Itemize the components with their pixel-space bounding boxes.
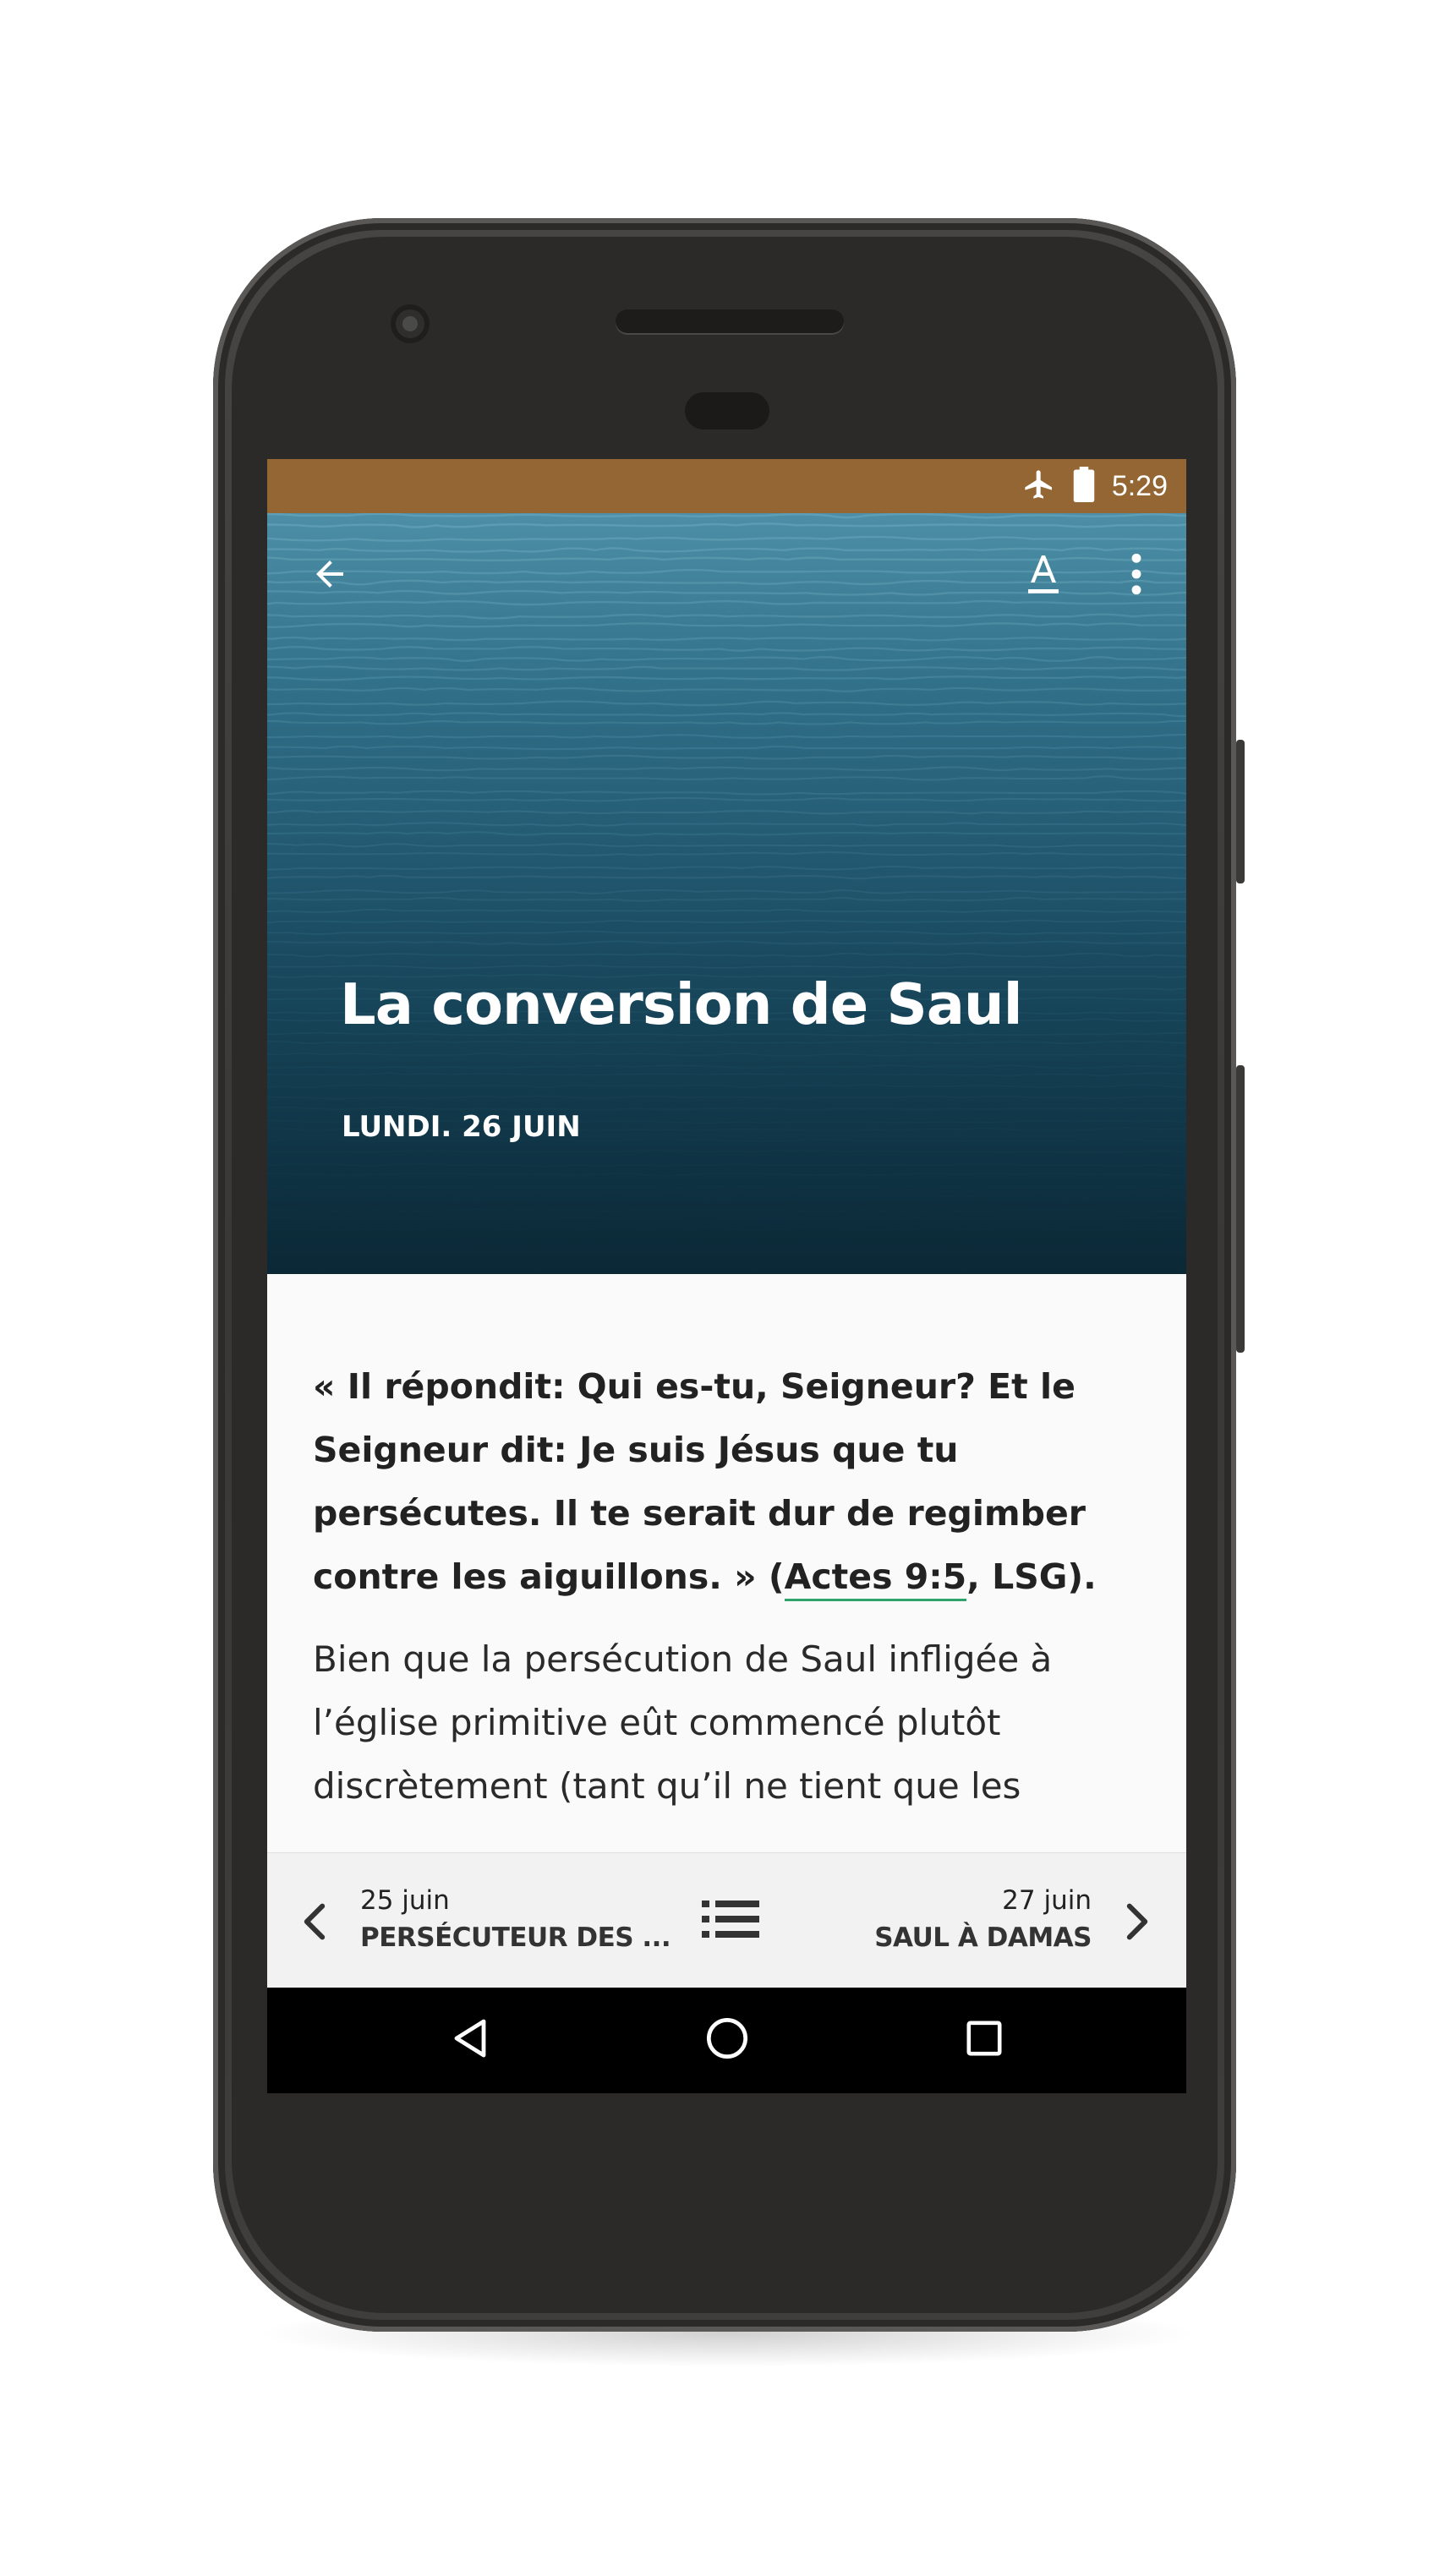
- status-bar: 5:29: [267, 459, 1186, 513]
- earpiece-speaker: [616, 309, 844, 333]
- system-back-button[interactable]: [436, 2006, 504, 2074]
- quote-ref-open: (: [768, 1556, 785, 1597]
- body-paragraph: Bien que la persécution de Saul infligée…: [313, 1638, 1053, 1807]
- recents-square-icon: [965, 2019, 1004, 2062]
- proximity-sensor: [685, 392, 769, 429]
- back-triangle-icon: [452, 2017, 489, 2064]
- phone-screen: 5:29 La conversion de Saul LUNDI. 26 JUI…: [267, 459, 1186, 2093]
- previous-lesson-button[interactable]: 25 juin PERSÉCUTEUR DES ...: [267, 1853, 671, 1988]
- hero-header: La conversion de Saul LUNDI. 26 JUIN: [267, 513, 1186, 1274]
- list-icon: [702, 1900, 759, 1942]
- text-format-button[interactable]: [1010, 542, 1077, 610]
- lesson-title: La conversion de Saul: [340, 971, 1023, 1037]
- home-circle-icon: [705, 2016, 749, 2065]
- bible-quote: « Il répondit: Qui es-tu, Seigneur? Et l…: [313, 1355, 1125, 1609]
- ocean-image: [267, 513, 1186, 1274]
- status-time: 5:29: [1111, 469, 1168, 502]
- next-lesson-button[interactable]: 27 juin SAUL À DAMAS: [823, 1853, 1186, 1988]
- next-lesson-date: 27 juin: [1002, 1885, 1092, 1916]
- chevron-left-icon: [303, 1902, 326, 1945]
- more-vert-icon: [1130, 553, 1143, 599]
- system-home-button[interactable]: [693, 2006, 761, 2074]
- bible-reference-link[interactable]: Actes 9:5: [784, 1556, 967, 1601]
- lesson-date: LUNDI. 26 JUIN: [342, 1110, 581, 1144]
- chevron-right-icon: [1125, 1902, 1149, 1945]
- power-button: [1236, 740, 1245, 883]
- battery-icon: [1071, 466, 1097, 506]
- lesson-list-button[interactable]: [697, 1887, 764, 1955]
- lesson-content: « Il répondit: Qui es-tu, Seigneur? Et l…: [313, 1355, 1125, 1818]
- more-options-button[interactable]: [1103, 542, 1170, 610]
- previous-lesson-date: 25 juin: [360, 1885, 450, 1916]
- back-arrow-icon: [309, 554, 350, 599]
- previous-lesson-title: PERSÉCUTEUR DES ...: [360, 1922, 671, 1953]
- next-lesson-title: SAUL À DAMAS: [874, 1922, 1092, 1953]
- system-recents-button[interactable]: [950, 2006, 1018, 2074]
- airplane-mode-icon: [1022, 468, 1056, 506]
- quote-ref-close: , LSG).: [966, 1556, 1097, 1597]
- back-button[interactable]: [296, 542, 364, 610]
- text-format-icon: [1023, 552, 1064, 600]
- system-navigation-bar: [267, 1988, 1186, 2093]
- volume-button: [1236, 1065, 1245, 1353]
- device-mockup: 5:29 La conversion de Saul LUNDI. 26 JUI…: [0, 0, 1456, 2576]
- lesson-navigation-bar: 25 juin PERSÉCUTEUR DES ... 27 juin SAUL…: [267, 1852, 1186, 1988]
- front-camera: [391, 304, 430, 343]
